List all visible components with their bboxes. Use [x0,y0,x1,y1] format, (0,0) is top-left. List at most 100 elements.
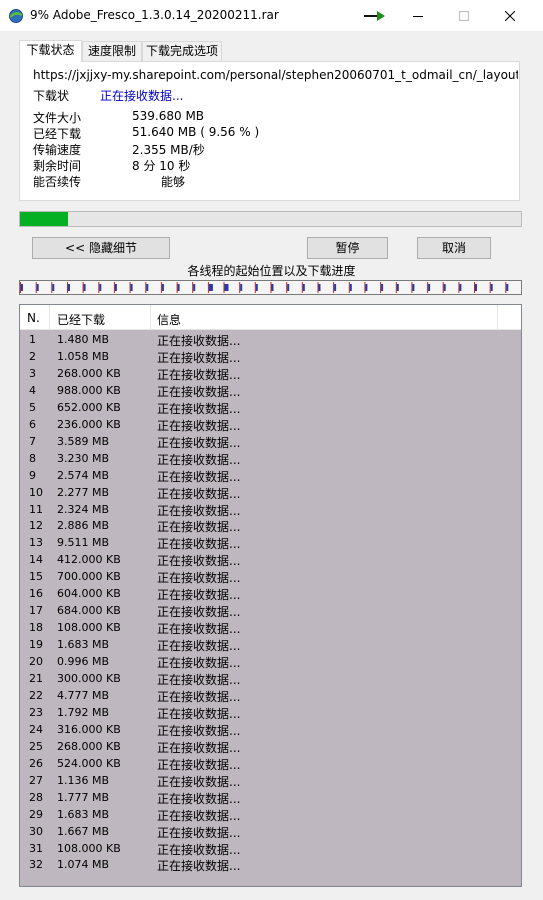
thread-start-marker [427,282,429,293]
thread-number: 18 [29,621,43,635]
table-row[interactable]: 2 1.058 MB 正在接收数据... [20,349,521,366]
pause-button[interactable]: 暂停 [307,237,388,259]
table-row[interactable]: 29 1.683 MB 正在接收数据... [20,807,521,824]
table-row[interactable]: 16 604.000 KB 正在接收数据... [20,586,521,603]
cancel-button[interactable]: 取消 [417,237,491,259]
thread-info: 正在接收数据... [157,435,241,450]
table-row[interactable]: 6 236.000 KB 正在接收数据... [20,417,521,434]
thread-number: 6 [29,417,36,431]
table-row[interactable]: 1 1.480 MB 正在接收数据... [20,332,521,349]
table-row[interactable]: 24 316.000 KB 正在接收数据... [20,722,521,739]
download-url: https://jxjjxy-my.sharepoint.com/persona… [33,68,518,82]
table-row[interactable]: 7 3.589 MB 正在接收数据... [20,434,521,451]
table-row[interactable]: 14 412.000 KB 正在接收数据... [20,552,521,569]
resume-label: 能否续传 [33,175,82,189]
thread-start-marker [364,282,366,293]
table-row[interactable]: 8 3.230 MB 正在接收数据... [20,451,521,468]
table-row[interactable]: 31 108.000 KB 正在接收数据... [20,841,521,858]
thread-number: 7 [29,434,36,448]
thread-progress-mark [412,284,415,291]
table-row[interactable]: 3 268.000 KB 正在接收数据... [20,366,521,383]
thread-start-marker [442,282,444,293]
remaining-label: 剩余时间 [33,159,82,173]
thread-number: 1 [29,333,36,346]
tab-download-status[interactable]: 下载状态 [19,40,82,62]
thread-number: 29 [29,807,43,821]
table-row[interactable]: 28 1.777 MB 正在接收数据... [20,790,521,807]
table-row[interactable]: 27 1.136 MB 正在接收数据... [20,773,521,790]
thread-info: 正在接收数据... [157,367,241,382]
table-row[interactable]: 20 0.996 MB 正在接收数据... [20,654,521,671]
table-row[interactable]: 30 1.667 MB 正在接收数据... [20,824,521,841]
table-row[interactable]: 32 1.074 MB 正在接收数据... [20,857,521,874]
thread-number: 26 [29,756,43,770]
thread-progress-mark [349,284,352,291]
col-header-info[interactable]: 信息 [157,311,181,328]
table-row[interactable]: 9 2.574 MB 正在接收数据... [20,468,521,485]
table-row[interactable]: 4 988.000 KB 正在接收数据... [20,383,521,400]
status-panel: https://jxjjxy-my.sharepoint.com/persona… [19,61,520,201]
thread-progress-mark [21,284,23,291]
thread-start-marker [395,282,397,293]
table-row[interactable]: 10 2.277 MB 正在接收数据... [20,485,521,502]
thread-start-marker [145,282,147,293]
thread-progress-mark [396,284,399,291]
download-arrow-icon [364,11,385,21]
table-row[interactable]: 22 4.777 MB 正在接收数据... [20,688,521,705]
thread-downloaded: 1.667 MB [57,824,110,838]
close-button[interactable] [487,0,533,31]
thread-info: 正在接收数据... [157,808,241,823]
thread-downloaded: 2.324 MB [57,502,110,516]
thread-info: 正在接收数据... [157,350,241,365]
table-row[interactable]: 5 652.000 KB 正在接收数据... [20,400,521,417]
tab-completion-options[interactable]: 下载完成选项 [142,41,222,61]
minimize-button[interactable] [395,0,441,31]
table-row[interactable]: 19 1.683 MB 正在接收数据... [20,637,521,654]
col-header-downloaded[interactable]: 已经下载 [57,311,105,328]
thread-start-marker [239,282,241,293]
thread-progress-mark [68,284,70,291]
thread-start-marker [411,282,413,293]
thread-start-marker [270,282,272,293]
thread-start-marker [98,282,100,293]
table-row[interactable]: 18 108.000 KB 正在接收数据... [20,620,521,637]
thread-downloaded: 268.000 KB [57,739,121,753]
table-row[interactable]: 21 300.000 KB 正在接收数据... [20,671,521,688]
table-row[interactable]: 15 700.000 KB 正在接收数据... [20,569,521,586]
table-row[interactable]: 11 2.324 MB 正在接收数据... [20,502,521,519]
thread-progress-mark [302,284,305,291]
thread-start-marker [254,282,256,293]
thread-start-marker [129,282,131,293]
title-bar[interactable]: 9% Adobe_Fresco_1.3.0.14_20200211.rar [0,0,543,31]
thread-list[interactable]: N. 已经下载 信息 1 1.480 MB 正在接收数据... 2 1.058 MB 正在… [19,304,522,887]
flashget-app-icon [9,9,23,23]
thread-downloaded: 1.074 MB [57,858,110,872]
table-row[interactable]: 26 524.000 KB 正在接收数据... [20,756,521,773]
col-header-number[interactable]: N. [27,311,40,325]
thread-progress-mark [381,284,384,291]
table-row[interactable]: 13 9.511 MB 正在接收数据... [20,535,521,552]
speed-value: 2.355 MB/秒 [132,143,205,157]
thread-progress-mark [318,284,321,291]
table-row[interactable]: 17 684.000 KB 正在接收数据... [20,603,521,620]
tab-speed-limit[interactable]: 速度限制 [82,41,142,61]
download-progress-bar [19,211,522,227]
thread-number: 27 [29,773,43,787]
window-title: 9% Adobe_Fresco_1.3.0.14_20200211.rar [30,8,279,22]
maximize-button[interactable] [441,0,487,31]
hide-details-button[interactable]: << 隐藏细节 [32,237,170,259]
table-row[interactable]: 12 2.886 MB 正在接收数据... [20,518,521,535]
downloaded-label: 已经下载 [33,127,82,141]
thread-info: 正在接收数据... [157,554,241,569]
thread-number: 22 [29,688,43,702]
table-row[interactable]: 23 1.792 MB 正在接收数据... [20,705,521,722]
thread-start-marker [82,282,84,293]
thread-info: 正在接收数据... [157,622,241,637]
thread-downloaded: 108.000 KB [57,621,121,635]
thread-progress-mark [365,284,368,291]
thread-progress-mark [52,284,55,291]
thread-start-marker [489,282,491,293]
thread-downloaded: 316.000 KB [57,722,121,736]
table-row[interactable]: 25 268.000 KB 正在接收数据... [20,739,521,756]
thread-info: 正在接收数据... [157,639,241,654]
